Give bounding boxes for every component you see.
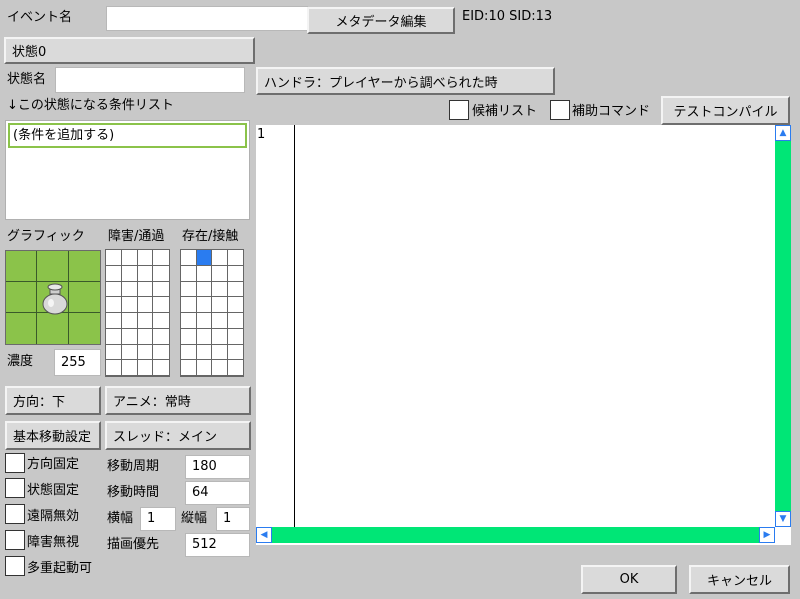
obstacle-grid[interactable] (105, 249, 170, 377)
scroll-up-arrow-icon[interactable]: ▲ (775, 125, 791, 141)
conditions-list[interactable]: (条件を追加する) (5, 120, 250, 220)
width-input[interactable]: 1 (140, 507, 176, 531)
add-condition-item[interactable]: (条件を追加する) (8, 123, 247, 148)
event-ids: EID:10 SID:13 (462, 9, 553, 24)
basic-move-settings-button[interactable]: 基本移動設定 (5, 421, 101, 450)
move-period-input[interactable]: 180 (185, 455, 250, 479)
horizontal-scrollbar[interactable] (256, 527, 775, 543)
gutter-divider (294, 125, 295, 527)
move-time-input[interactable]: 64 (185, 481, 250, 505)
direction-fixed-label: 方向固定 (27, 457, 80, 472)
vertical-scrollbar[interactable] (775, 125, 791, 527)
line-number: 1 (257, 127, 266, 142)
conditions-label: ↓この状態になる条件リスト (7, 98, 174, 113)
state-name-input[interactable] (55, 67, 245, 93)
graphic-preview[interactable] (5, 250, 101, 345)
direction-button[interactable]: 方向：下 (5, 386, 101, 415)
multi-launch-checkbox[interactable] (5, 556, 25, 576)
scroll-down-arrow-icon[interactable]: ▼ (775, 511, 791, 527)
state-fixed-label: 状態固定 (27, 483, 80, 498)
metadata-edit-button[interactable]: メタデータ編集 (307, 7, 455, 34)
obstacle-label: 障害/通過 (108, 229, 165, 244)
remote-disabled-checkbox[interactable] (5, 504, 25, 524)
state-button[interactable]: 状態0 (4, 37, 255, 64)
state-name-label: 状態名 (7, 72, 47, 87)
exist-contact-grid[interactable] (180, 249, 244, 377)
height-label: 縦幅 (181, 511, 208, 526)
event-name-input[interactable] (106, 6, 308, 31)
exist-contact-label: 存在/接触 (182, 229, 239, 244)
direction-fixed-checkbox[interactable] (5, 453, 25, 473)
anime-button[interactable]: アニメ：常時 (105, 386, 251, 415)
multi-launch-label: 多重起動可 (27, 561, 93, 576)
aux-commands-label: 補助コマンド (572, 104, 651, 119)
event-name-label: イベント名 (7, 10, 73, 25)
move-period-label: 移動周期 (107, 459, 160, 474)
ignore-obstacle-label: 障害無視 (27, 535, 80, 550)
code-editor[interactable]: 1 ▲ ▼ ◀ ▶ (256, 125, 791, 545)
draw-priority-label: 描画優先 (107, 537, 160, 552)
selected-cell (196, 250, 212, 266)
move-time-label: 移動時間 (107, 485, 160, 500)
thread-button[interactable]: スレッド：メイン (105, 421, 251, 450)
ok-button[interactable]: OK (581, 565, 677, 594)
test-compile-button[interactable]: テストコンパイル (661, 96, 790, 125)
density-input[interactable]: 255 (54, 349, 101, 376)
ignore-obstacle-checkbox[interactable] (5, 530, 25, 550)
handler-button[interactable]: ハンドラ：プレイヤーから調べられた時 (256, 67, 555, 95)
aux-commands-checkbox[interactable] (550, 100, 570, 120)
remote-disabled-label: 遠隔無効 (27, 509, 80, 524)
draw-priority-input[interactable]: 512 (185, 533, 250, 557)
height-input[interactable]: 1 (216, 507, 250, 531)
candidates-checkbox[interactable] (449, 100, 469, 120)
scroll-right-arrow-icon[interactable]: ▶ (759, 527, 775, 543)
cancel-button[interactable]: キャンセル (689, 565, 790, 594)
density-label: 濃度 (7, 354, 34, 369)
scroll-left-arrow-icon[interactable]: ◀ (256, 527, 272, 543)
candidates-label: 候補リスト (472, 104, 538, 119)
graphic-label: グラフィック (7, 229, 85, 244)
pot-icon (42, 283, 68, 315)
width-label: 横幅 (107, 511, 134, 526)
state-fixed-checkbox[interactable] (5, 478, 25, 498)
